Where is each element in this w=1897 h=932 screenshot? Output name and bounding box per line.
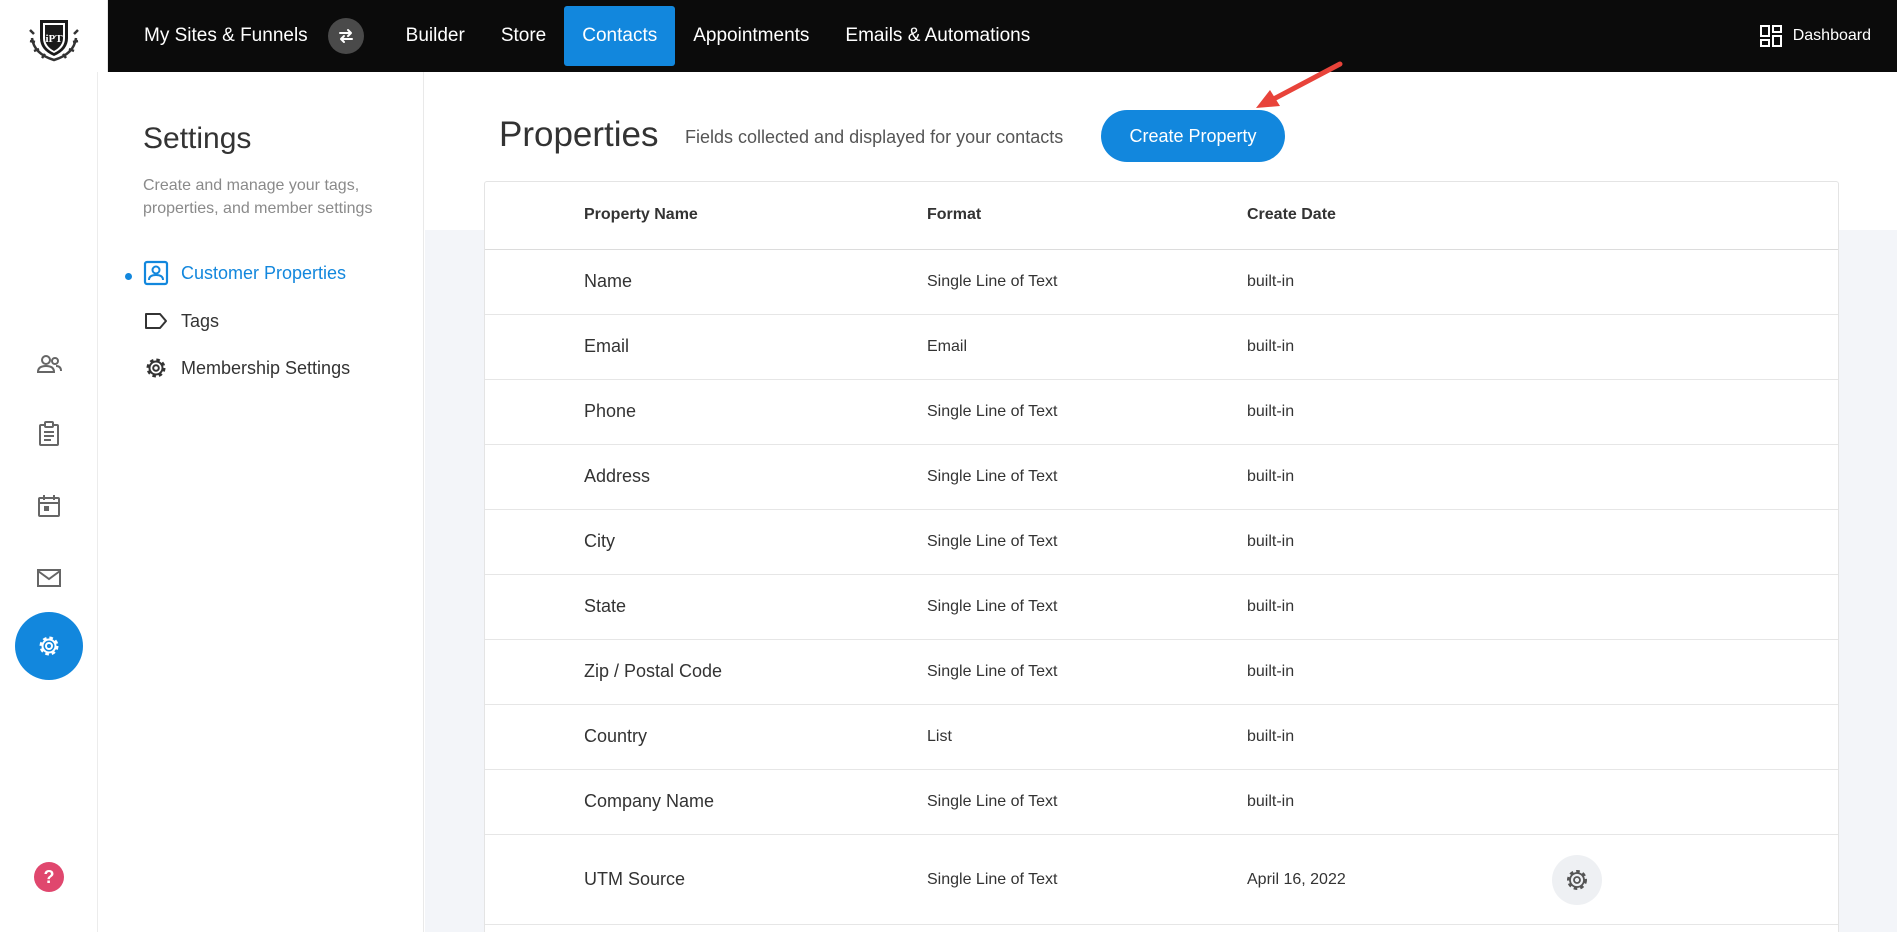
settings-description: Create and manage your tags, properties,… [143, 177, 373, 217]
help-icon[interactable]: ? [34, 862, 64, 892]
dashboard-grid-icon [1759, 25, 1782, 47]
dashboard-label: Dashboard [1792, 27, 1871, 44]
annotation-arrow-icon [1256, 61, 1343, 108]
swap-arrows-icon [338, 29, 353, 43]
settings-title: Settings [143, 122, 252, 155]
nav-builder[interactable]: Builder [388, 6, 483, 66]
nav-my-sites-funnels[interactable]: My Sites & Funnels [126, 6, 326, 66]
cell-property-name: City [584, 531, 615, 551]
mail-icon [37, 569, 61, 587]
rail-calendar-button[interactable] [32, 489, 66, 523]
nav-contacts[interactable]: Contacts [564, 6, 676, 66]
main-nav: My Sites & Funnels Builder Store Contact… [108, 0, 1048, 72]
table-row[interactable]: Email Email built-in [485, 315, 1838, 380]
create-property-button[interactable]: Create Property [1101, 110, 1285, 162]
cell-property-name: Phone [584, 401, 637, 421]
menu-tags[interactable]: Tags [143, 306, 219, 336]
switch-site-button[interactable] [327, 18, 364, 54]
rail-settings-button[interactable] [15, 612, 83, 680]
cell-create-date: built-in [1247, 663, 1295, 680]
properties-table: Property Name Format Create Date Name Si… [484, 181, 1839, 932]
rail-mail-button[interactable] [32, 561, 66, 595]
menu-label: Customer Properties [181, 262, 347, 283]
cell-format: Single Line of Text [927, 533, 1058, 550]
calendar-icon [38, 495, 60, 517]
logo-container[interactable]: iPT [0, 0, 108, 72]
clipboard-icon [39, 421, 59, 446]
table-row[interactable]: Zip / Postal Code Single Line of Text bu… [485, 640, 1838, 705]
active-menu-indicator [125, 273, 132, 280]
table-row[interactable]: State Single Line of Text built-in [485, 575, 1838, 640]
table-header: Property Name Format Create Date [485, 182, 1838, 250]
table-row[interactable]: UTM Source Single Line of Text April 16,… [485, 835, 1838, 925]
cell-create-date: built-in [1247, 533, 1295, 550]
cell-property-name: Email [584, 336, 630, 356]
nav-store[interactable]: Store [483, 6, 564, 66]
cell-format: List [927, 728, 952, 745]
cell-create-date: built-in [1247, 468, 1295, 485]
table-row[interactable]: Phone Single Line of Text built-in [485, 380, 1838, 445]
header-format[interactable]: Format [927, 206, 981, 224]
top-navigation-bar: iPT My Sites & Funnels Builder Store Con… [0, 0, 1897, 72]
nav-emails-automations[interactable]: Emails & Automations [827, 6, 1048, 66]
gear-icon [146, 358, 166, 378]
settings-panel: Settings Create and manage your tags, pr… [99, 72, 424, 932]
nav-appointments[interactable]: Appointments [675, 6, 827, 66]
cell-property-name: Address [584, 466, 651, 486]
settings-icon [39, 636, 59, 656]
gear-icon [1567, 870, 1587, 890]
cell-format: Single Line of Text [927, 598, 1058, 615]
tag-icon [145, 313, 167, 329]
cell-format: Single Line of Text [927, 871, 1058, 888]
cell-property-name: Country [584, 726, 648, 746]
page-title: Properties [499, 115, 659, 154]
cell-format: Single Line of Text [927, 793, 1058, 810]
dashboard-link[interactable]: Dashboard [1759, 0, 1871, 72]
header-property-name[interactable]: Property Name [584, 206, 698, 224]
cell-format: Single Line of Text [927, 468, 1058, 485]
table-row[interactable]: Company Name Single Line of Text built-i… [485, 770, 1838, 835]
menu-label: Tags [181, 310, 220, 331]
row-settings-button[interactable] [1552, 855, 1602, 905]
table-row[interactable]: Address Single Line of Text built-in [485, 445, 1838, 510]
logo-icon: iPT [28, 20, 79, 62]
logo-text: iPT [45, 33, 63, 45]
table-row[interactable]: City Single Line of Text built-in [485, 510, 1838, 575]
cell-property-name: Name [584, 271, 633, 291]
cell-property-name: Company Name [584, 791, 715, 811]
page-subtitle: Fields collected and displayed for your … [685, 127, 1064, 147]
cell-create-date: built-in [1247, 273, 1295, 290]
cell-create-date: April 16, 2022 [1247, 871, 1346, 888]
rail-contacts-button[interactable] [32, 348, 66, 382]
cell-create-date: built-in [1247, 728, 1295, 745]
cell-format: Single Line of Text [927, 663, 1058, 680]
cell-property-name: State [584, 596, 627, 616]
contact-card-icon [143, 260, 169, 286]
cell-format: Single Line of Text [927, 403, 1058, 420]
table-row[interactable]: Country List built-in [485, 705, 1838, 770]
cell-format: Email [927, 338, 968, 355]
cell-create-date: built-in [1247, 598, 1295, 615]
cell-property-name: UTM Source [584, 869, 686, 889]
cell-create-date: built-in [1247, 338, 1295, 355]
cell-format: Single Line of Text [927, 273, 1058, 290]
cell-create-date: built-in [1247, 403, 1295, 420]
rail-forms-button[interactable] [32, 417, 66, 451]
table-row[interactable]: Name Single Line of Text built-in [485, 250, 1838, 315]
left-icon-rail: ? [0, 72, 98, 932]
contacts-icon [36, 355, 62, 373]
menu-customer-properties[interactable]: Customer Properties [143, 258, 346, 288]
menu-label: Membership Settings [181, 357, 351, 378]
cell-create-date: built-in [1247, 793, 1295, 810]
header-create-date[interactable]: Create Date [1247, 206, 1336, 224]
menu-membership-settings[interactable]: Membership Settings [143, 353, 350, 383]
cell-property-name: Zip / Postal Code [584, 661, 723, 681]
